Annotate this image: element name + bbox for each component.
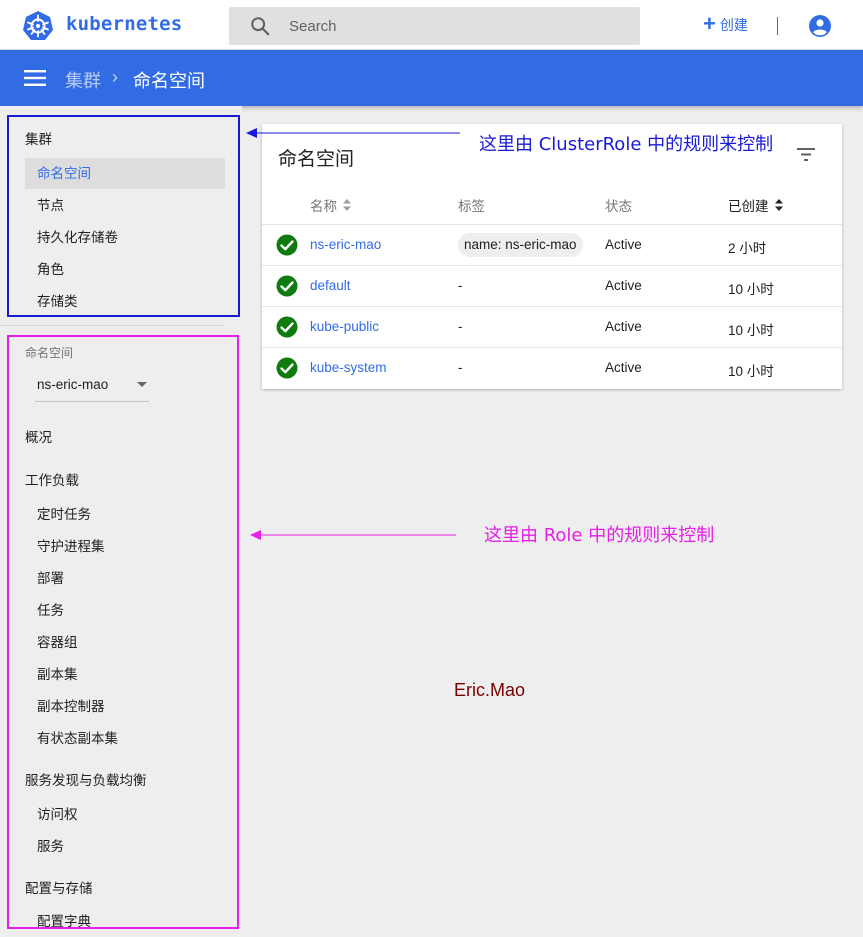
column-header-name-label: 名称 — [310, 199, 337, 214]
breadcrumb-separator: › — [112, 67, 118, 87]
table-row: default - Active 10 小时 — [262, 265, 842, 306]
filter-icon[interactable] — [796, 146, 816, 162]
breadcrumb-cluster[interactable]: 集群 — [65, 67, 101, 93]
toolbar-divider — [777, 17, 778, 35]
role-annotation: 这里由 Role 中的规则来控制 — [484, 525, 715, 546]
namespace-status: Active — [605, 278, 642, 293]
menu-icon[interactable] — [24, 68, 46, 88]
breadcrumb-bar: 集群 › 命名空间 — [0, 50, 863, 106]
sort-icon — [774, 199, 783, 211]
check-circle-icon — [276, 234, 298, 256]
search-bar[interactable] — [229, 7, 640, 45]
cluster-role-annotation-box — [7, 115, 240, 317]
table-row: ns-eric-mao name: ns-eric-mao Active 2 小… — [262, 224, 842, 265]
column-header-labels-label: 标签 — [458, 199, 485, 214]
page-title: 命名空间 — [133, 71, 205, 91]
namespace-name-link[interactable]: kube-system — [310, 360, 387, 375]
card-title: 命名空间 — [278, 149, 355, 170]
table-row: kube-public - Active 10 小时 — [262, 306, 842, 347]
cluster-role-arrow-head — [246, 128, 257, 138]
namespace-status: Active — [605, 360, 642, 375]
namespace-labels: - — [458, 360, 463, 375]
check-circle-icon — [276, 316, 298, 338]
namespace-age: 10 小时 — [728, 282, 774, 297]
namespace-age: 2 小时 — [728, 241, 767, 256]
namespace-labels: - — [458, 319, 463, 334]
label-chip: name: ns-eric-mao — [458, 233, 583, 257]
role-arrow-head — [250, 530, 261, 540]
check-circle-icon — [276, 275, 298, 297]
table-row: kube-system - Active 10 小时 — [262, 347, 842, 388]
account-circle-icon[interactable] — [808, 14, 832, 38]
namespace-labels: - — [458, 278, 463, 293]
plus-icon: + — [703, 11, 716, 36]
create-button-label: 创建 — [719, 17, 748, 33]
sort-icon — [343, 199, 351, 211]
column-header-name[interactable]: 名称 — [310, 195, 352, 215]
kubernetes-logo-icon[interactable] — [22, 10, 54, 42]
create-button[interactable]: + 创建 — [703, 11, 748, 36]
search-input[interactable] — [289, 15, 619, 37]
sidebar-divider — [0, 325, 225, 326]
role-annotation-box — [7, 335, 239, 929]
namespace-name-link[interactable]: default — [310, 278, 351, 293]
column-header-created-label: 已创建 — [728, 199, 769, 214]
check-circle-icon — [276, 357, 298, 379]
namespaces-card: 命名空间 名称 标签 状态 已创建 ns-eric-mao name: ns-e… — [262, 124, 842, 389]
namespace-name-link[interactable]: ns-eric-mao — [310, 237, 381, 252]
column-header-created[interactable]: 已创建 — [728, 195, 784, 215]
namespace-name-link[interactable]: kube-public — [310, 319, 379, 334]
namespace-status: Active — [605, 237, 642, 252]
namespace-status: Active — [605, 319, 642, 334]
column-header-status: 状态 — [605, 195, 632, 215]
brand-name[interactable]: kubernetes — [66, 13, 182, 35]
column-header-status-label: 状态 — [605, 199, 632, 214]
author-watermark: Eric.Mao — [454, 680, 526, 700]
cluster-role-annotation: 这里由 ClusterRole 中的规则来控制 — [479, 134, 774, 155]
namespace-age: 10 小时 — [728, 364, 774, 379]
top-app-bar: kubernetes + 创建 — [0, 0, 863, 50]
namespace-age: 10 小时 — [728, 323, 774, 338]
column-header-labels: 标签 — [458, 195, 485, 215]
search-icon — [251, 17, 270, 36]
